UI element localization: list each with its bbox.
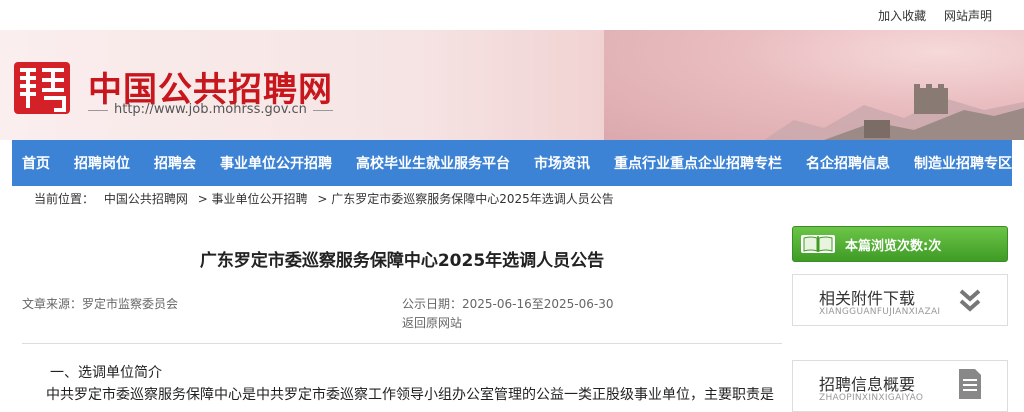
view-count-label: 本篇浏览次数:次 [845, 238, 942, 254]
original-site-link[interactable]: 返回原网站 [402, 314, 462, 331]
article-source: 文章来源：罗定市监察委员会 [22, 297, 179, 311]
nav-item-home[interactable]: 首页 [22, 153, 50, 173]
document-icon [959, 369, 981, 399]
breadcrumb-section[interactable]: > 事业单位公开招聘 [198, 192, 308, 206]
site-logo-icon [14, 62, 70, 114]
nav-item-job-fair[interactable]: 招聘会 [154, 153, 196, 173]
breadcrumb: 当前位置： 中国公共招聘网 > 事业单位公开招聘 > 广东罗定市委巡察服务保障中… [34, 190, 620, 207]
sidebar: 本篇浏览次数:次 相关附件下载 XIANGGUANFUJIANXIAZAI 招聘… [792, 226, 1008, 412]
article: 广东罗定市委巡察服务保障中心2025年选调人员公告 文章来源：罗定市监察委员会 … [22, 232, 782, 406]
book-icon [801, 235, 835, 253]
nav-item-key-industries[interactable]: 重点行业重点企业招聘专栏 [614, 153, 782, 173]
main-nav: 首页 招聘岗位 招聘会 事业单位公开招聘 高校毕业生就业服务平台 市场资讯 重点… [12, 140, 1012, 186]
article-meta: 文章来源：罗定市监察委员会 公示日期：2025-06-16至2025-06-30… [22, 295, 782, 343]
add-favorite-link[interactable]: 加入收藏 [878, 9, 926, 23]
nav-item-famous-companies[interactable]: 名企招聘信息 [806, 153, 890, 173]
article-body: 一、选调单位简介 中共罗定市委巡察服务保障中心是中共罗定市委巡察工作领导小组办公… [22, 344, 782, 406]
view-count-bar: 本篇浏览次数:次 [792, 226, 1008, 262]
site-statement-link[interactable]: 网站声明 [944, 9, 992, 23]
nav-item-public-institution[interactable]: 事业单位公开招聘 [220, 153, 332, 173]
nav-item-manufacturing[interactable]: 制造业招聘专区 [914, 153, 1012, 173]
breadcrumb-home[interactable]: 中国公共招聘网 [104, 192, 188, 206]
top-links: 加入收藏 网站声明 [864, 7, 992, 24]
top-bar: 加入收藏 网站声明 [0, 0, 1024, 30]
great-wall-illustration [764, 84, 1024, 140]
breadcrumb-current: > 广东罗定市委巡察服务保障中心2025年选调人员公告 [317, 192, 614, 206]
attachments-box[interactable]: 相关附件下载 XIANGGUANFUJIANXIAZAI [792, 274, 1008, 326]
job-summary-title: 招聘信息概要 [819, 375, 916, 394]
job-summary-subtitle: ZHAOPINXINXIGAIYAO [819, 393, 924, 403]
attachments-subtitle: XIANGGUANFUJIANXIAZAI [819, 307, 941, 317]
article-paragraph: 中共罗定市委巡察服务保障中心是中共罗定市委巡察工作领导小组办公室管理的公益一类正… [46, 387, 774, 403]
site-url: http://www.job.mohrss.gov.cn [88, 102, 333, 117]
nav-item-market-news[interactable]: 市场资讯 [534, 153, 590, 173]
nav-item-jobs[interactable]: 招聘岗位 [74, 153, 130, 173]
attachments-title: 相关附件下载 [819, 289, 916, 308]
article-title: 广东罗定市委巡察服务保障中心2025年选调人员公告 [199, 251, 605, 271]
breadcrumb-label: 当前位置： [34, 192, 95, 206]
header-banner: 中国公共招聘网 http://www.job.mohrss.gov.cn [0, 30, 1024, 140]
nav-item-graduates[interactable]: 高校毕业生就业服务平台 [356, 153, 510, 173]
double-chevron-down-icon [959, 289, 981, 312]
section-heading: 一、选调单位简介 [50, 365, 162, 381]
article-date: 公示日期：2025-06-16至2025-06-30 [402, 297, 614, 311]
job-summary-box[interactable]: 招聘信息概要 ZHAOPINXINXIGAIYAO [792, 360, 1008, 412]
